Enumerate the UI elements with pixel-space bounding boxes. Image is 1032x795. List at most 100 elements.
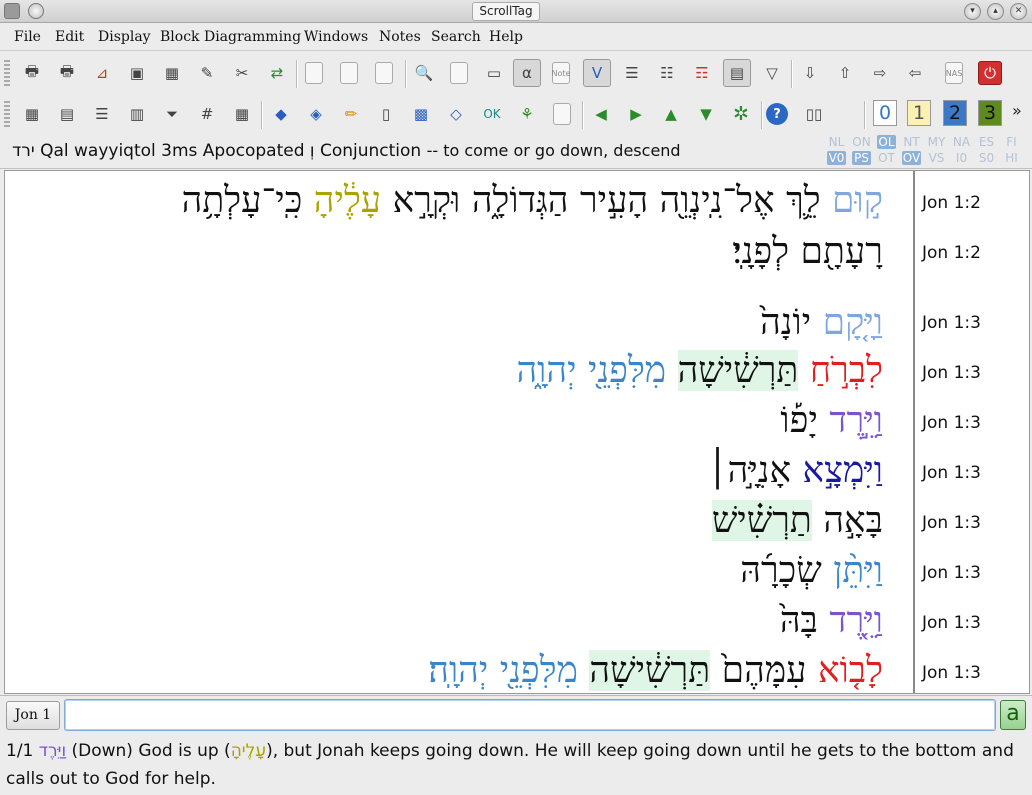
- tag-icon[interactable]: ◆: [267, 100, 295, 128]
- hebrew-word[interactable]: רָעָתָ֖ם: [801, 231, 883, 272]
- menu-file[interactable]: File: [14, 29, 41, 45]
- toolbar-grip[interactable]: [4, 99, 10, 129]
- ab-icon[interactable]: ☷: [653, 59, 681, 87]
- move-down-icon[interactable]: ⇩: [796, 59, 824, 87]
- flag-vs[interactable]: VS: [927, 151, 946, 165]
- flag-nt[interactable]: NT: [902, 135, 921, 149]
- star-icon[interactable]: ✲: [727, 100, 755, 128]
- hebrew-word[interactable]: בָּהּ֙: [780, 600, 818, 641]
- flag-i0[interactable]: I0: [952, 151, 971, 165]
- menu-block-diagramming[interactable]: Block Diagramming: [160, 29, 301, 45]
- hebrew-word[interactable]: וַיֵּ֤רֶד: [829, 600, 883, 641]
- hebrew-word[interactable]: עִמָּהֶם֙: [722, 650, 807, 691]
- pencil-icon[interactable]: ✏: [337, 100, 365, 128]
- hebrew-word[interactable]: הַגְּדוֹלָ֑ה: [472, 180, 569, 221]
- level-3-button[interactable]: 3: [978, 100, 1002, 126]
- note-icon[interactable]: Note: [552, 62, 570, 84]
- prev-icon[interactable]: ◀: [587, 100, 615, 128]
- menu-edit[interactable]: Edit: [55, 29, 84, 45]
- hebrew-word[interactable]: הָעִ֣יר: [580, 180, 648, 221]
- filter-icon[interactable]: ▽: [758, 59, 786, 87]
- hebrew-word[interactable]: בָּאָ֣ה: [823, 500, 883, 541]
- table-icon[interactable]: ▦: [158, 59, 186, 87]
- level-0-button[interactable]: 0: [873, 100, 897, 126]
- menu-search[interactable]: Search: [431, 29, 481, 45]
- hebrew-word[interactable]: תַרְשִׁ֗ישׁ: [711, 500, 812, 541]
- move-right-icon[interactable]: ⇨: [866, 59, 894, 87]
- grid-icon[interactable]: ▦: [18, 100, 46, 128]
- hebrew-word[interactable]: לָב֤וֹא: [818, 650, 883, 691]
- lines-icon[interactable]: [553, 103, 571, 125]
- hebrew-text-view[interactable]: ק֣וּם לֵ֛ךְ אֶל־נִֽינְוֵ֖ה הָעִ֣יר הַגְּ…: [4, 170, 1030, 694]
- page-icon[interactable]: [450, 62, 468, 84]
- hebrew-word[interactable]: מִלִּפְנֵ֖י יְהוָֽה׃: [428, 650, 578, 691]
- hebrew-word[interactable]: ק֣וּם: [832, 180, 883, 221]
- hebrew-word[interactable]: וַיִּתֵּ֨ן: [833, 550, 883, 591]
- move-up-icon[interactable]: ⇧: [831, 59, 859, 87]
- hebrew-word[interactable]: שְׂכָרָ֜הּ: [740, 550, 821, 591]
- flag-ps[interactable]: PS: [852, 151, 871, 165]
- copy3-icon[interactable]: [375, 62, 393, 84]
- hebrew-word[interactable]: לֵ֛ךְ: [786, 180, 821, 221]
- list-icon[interactable]: ☰: [88, 100, 116, 128]
- hash-icon[interactable]: #: [193, 100, 221, 128]
- level-1-button[interactable]: 1: [907, 100, 931, 126]
- refresh-icon[interactable]: ⇄: [263, 59, 291, 87]
- copy-icon[interactable]: [305, 62, 323, 84]
- move-left-icon[interactable]: ⇦: [901, 59, 929, 87]
- print-preview-icon[interactable]: 🖶: [53, 59, 81, 87]
- flag-es[interactable]: ES: [977, 135, 996, 149]
- hierarchy-icon[interactable]: ☶: [688, 59, 716, 87]
- hebrew-word[interactable]: עָלֶ֔יהָ: [314, 180, 381, 221]
- flag-fi[interactable]: FI: [1002, 135, 1021, 149]
- hebrew-word[interactable]: מִלִּפְנֵ֖י יְהוָ֑ה: [516, 350, 666, 391]
- close-icon[interactable]: ✕: [1010, 3, 1027, 20]
- hebrew-og-icon[interactable]: OK: [478, 100, 506, 128]
- maximize-icon[interactable]: ▴: [987, 3, 1004, 20]
- zoom-icon[interactable]: 🔍: [410, 59, 438, 87]
- flag-hi[interactable]: HI: [1002, 151, 1021, 165]
- tag-edit-icon[interactable]: ◇: [442, 100, 470, 128]
- funnel-icon[interactable]: ⏷: [158, 100, 186, 128]
- menu-display[interactable]: Display: [98, 29, 151, 45]
- hebrew-word[interactable]: אָנִיָּ֣ה׀: [707, 450, 791, 491]
- font-toggle-button[interactable]: a: [1000, 700, 1026, 730]
- flag-na[interactable]: NA: [952, 135, 971, 149]
- tools-icon[interactable]: ✂: [228, 59, 256, 87]
- hebrew-word[interactable]: לִבְרֹ֣חַ: [810, 350, 883, 391]
- print-icon[interactable]: 🖶: [18, 59, 46, 87]
- hebrew-word[interactable]: יָפ֡וֹ: [780, 400, 818, 441]
- layout-icon[interactable]: ▤: [53, 100, 81, 128]
- flag-nl[interactable]: NL: [827, 135, 846, 149]
- hebrew-word[interactable]: כִּֽי־עָלְתָ֥ה: [182, 180, 303, 221]
- numbered-list-icon[interactable]: ☰: [618, 59, 646, 87]
- tree-icon[interactable]: ⚘: [513, 100, 541, 128]
- v-icon[interactable]: V: [583, 59, 611, 87]
- hebrew-word[interactable]: אֶל־נִֽינְוֵ֖ה: [660, 180, 775, 221]
- down-icon[interactable]: ▼: [692, 100, 720, 128]
- hebrew-word[interactable]: וַיָּ֤קָם: [823, 302, 883, 343]
- search-input[interactable]: [64, 699, 996, 731]
- power-icon[interactable]: ⏻: [978, 61, 1002, 85]
- document-icon[interactable]: ▤: [723, 59, 751, 87]
- columns-icon[interactable]: ▥: [123, 100, 151, 128]
- flag-on[interactable]: ON: [852, 135, 871, 149]
- reference-button[interactable]: Jon 1: [6, 701, 60, 730]
- menu-help[interactable]: Help: [489, 29, 523, 45]
- flag-s0[interactable]: S0: [977, 151, 996, 165]
- toolbar-overflow-button[interactable]: »: [1012, 101, 1022, 120]
- menu-notes[interactable]: Notes: [379, 29, 421, 45]
- up-icon[interactable]: ▲: [657, 100, 685, 128]
- nas-icon[interactable]: NAS: [945, 62, 963, 84]
- edit-icon[interactable]: ✎: [193, 59, 221, 87]
- grid-tag-icon[interactable]: ▩: [407, 100, 435, 128]
- menu-windows[interactable]: Windows: [304, 29, 368, 45]
- hebrew-word[interactable]: וּקְרָ֣א: [393, 180, 461, 221]
- hebrew-word[interactable]: וַיִּמְצָ֣א: [803, 450, 883, 491]
- hebrew-word[interactable]: תַּרְשִׁ֔ישָׁה: [677, 350, 799, 391]
- hebrew-word[interactable]: תַּרְשִׁ֔ישָׁה: [589, 650, 711, 691]
- hebrew-word[interactable]: לְפָנָֽי׃: [732, 231, 789, 272]
- copy2-icon[interactable]: [340, 62, 358, 84]
- next-icon[interactable]: ▶: [622, 100, 650, 128]
- help-icon[interactable]: ?: [766, 103, 788, 125]
